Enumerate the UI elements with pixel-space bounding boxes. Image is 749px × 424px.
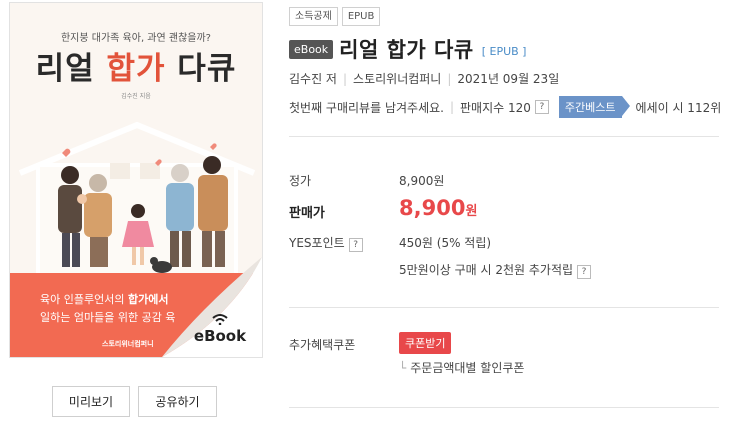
publisher-link[interactable]: 스토리위너컴퍼니 [353,70,441,87]
coupon-detail: └ 주문금액대별 할인쿠폰 [399,359,524,376]
review-prompt-link[interactable]: 첫번째 구매리뷰를 남겨주세요. [289,99,444,116]
tag-epub: EPUB [341,7,381,26]
format-label: [ EPUB ] [481,44,527,58]
sales-index: 판매지수 120 [460,100,531,115]
list-price-label: 정가 [289,174,312,188]
preview-button[interactable]: 미리보기 [52,386,130,417]
weekly-best-badge: 주간베스트 [558,96,630,118]
title-row: eBook 리얼 합가 다큐 [ EPUB ] [289,34,526,64]
help-icon[interactable]: ? [534,100,549,114]
sale-price-label: 판매가 [289,206,325,221]
family-illustration [18,121,256,279]
share-button[interactable]: 공유하기 [138,386,217,417]
cover-title: 리얼 합가 다큐 [35,51,237,87]
divider: | [342,71,348,86]
cover-author: 김수진 지음 [121,93,151,100]
book-cover[interactable]: 한지붕 대가족 육아, 과연 괜찮을까? 리얼 합가 다큐 김수진 지음 육아 … [9,2,263,358]
divider: | [447,71,452,86]
coupon-detail-text[interactable]: 주문금액대별 할인쿠폰 [410,361,524,375]
help-icon[interactable]: ? [348,238,363,252]
list-price: 8,900원 [399,174,445,188]
review-row: 첫번째 구매리뷰를 남겨주세요. | 판매지수 120 ? 주간베스트 에세이 … [289,96,721,118]
sale-price-group: 8,900원 [399,196,477,220]
cover-promo-text: 육아 인플루언서의 합가에서 일하는 엄마들을 위한 공감 육 [40,293,176,324]
extra-points-row: 5만원이상 구매 시 2천원 추가적립? [399,261,592,279]
sale-price: 8,900 [399,196,466,220]
points-label: YES포인트 [289,236,345,250]
ebook-type-badge: eBook [289,39,334,59]
publish-date: 2021년 09월 23일 [457,72,560,86]
points-label-row: YES포인트? [289,234,363,252]
category-rank[interactable]: 에세이 시 112위 [636,99,722,116]
book-title: 리얼 합가 다큐 [339,38,474,62]
help-icon[interactable]: ? [577,265,592,279]
product-tags: 소득공제 EPUB [289,7,381,26]
ebook-badge: eBook [188,313,252,345]
extra-points: 5만원이상 구매 시 2천원 추가적립 [399,263,574,277]
cover-publisher: 스토리위너컴퍼니 [102,340,154,348]
wifi-icon [212,314,228,325]
cover-tagline: 한지붕 대가족 육아, 과연 괜찮을까? [60,33,211,44]
sale-price-unit: 원 [465,204,478,219]
author-link[interactable]: 김수진 저 [289,70,337,87]
corner-icon: └ [399,361,407,375]
get-coupon-button[interactable]: 쿠폰받기 [399,332,452,354]
points-value: 450원 (5% 적립) [399,236,492,250]
divider: | [449,100,455,114]
section-divider [289,307,719,308]
coupon-label: 추가혜택쿠폰 [289,338,356,352]
cover-artwork: 한지붕 대가족 육아, 과연 괜찮을까? 리얼 합가 다큐 김수진 지음 육아 … [10,3,262,357]
tag-tax-deduction: 소득공제 [289,7,338,26]
section-divider [289,136,719,137]
section-divider [289,407,719,408]
author-publisher-row: 김수진 저 | 스토리위너컴퍼니 | 2021년 09월 23일 [289,70,559,87]
